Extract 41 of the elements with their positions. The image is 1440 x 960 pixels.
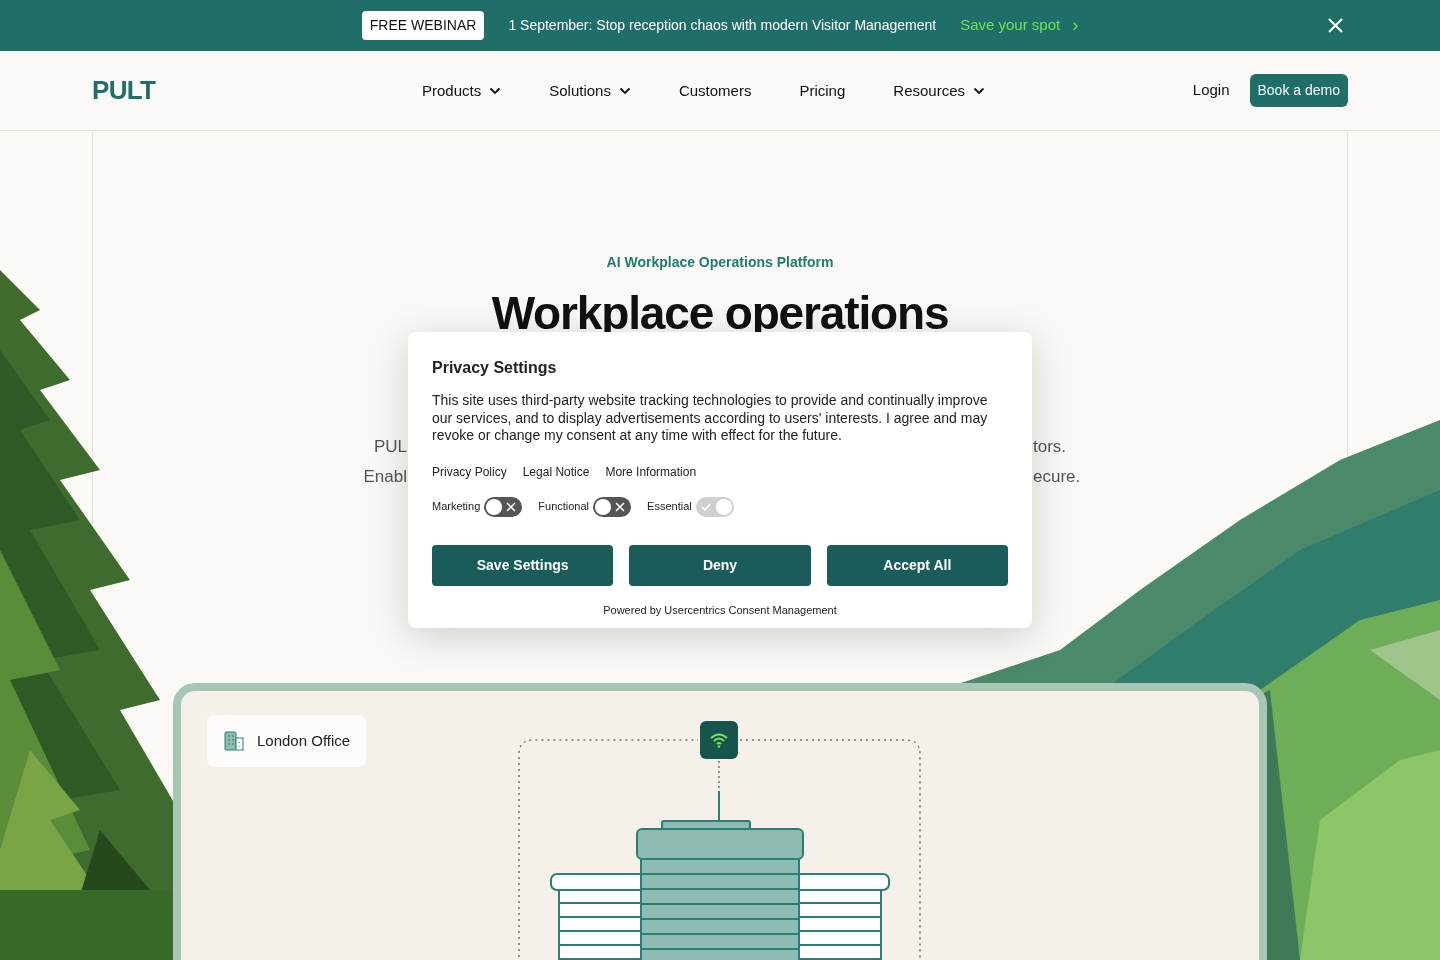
hero-title: Workplace operations [491,291,949,335]
nav-link[interactable]: Customers [666,79,764,103]
dialog-button[interactable]: Accept All [826,544,1008,586]
check-icon [700,501,711,512]
eyebrow-text: AI Workplace Operations Platform [606,253,834,272]
building-icon [223,730,245,752]
powered-by-text: Powered by Usercentrics Consent Management [602,602,838,618]
wifi-icon [709,732,729,748]
toggle-label: Marketing [432,499,481,515]
dialog-button[interactable]: Deny [629,544,811,586]
logo[interactable]: PULT [92,71,156,110]
chevron-down-icon [489,87,502,95]
dialog-link[interactable]: More Information [605,462,697,481]
consent-text: This site uses third-party website tracking technologies to provide and continually improve our services, and to display advertisements according to users' interests. I agree and may revoke or change my consent at any time with effect for the future. [432,392,989,445]
dialog-link[interactable]: Privacy Policy [432,462,507,481]
save-spot-link[interactable]: Save your spot › [960,12,1079,39]
toggle-switch[interactable] [484,496,523,517]
toggle-switch[interactable] [593,496,632,517]
x-icon [615,501,626,512]
chevron-down-icon [973,87,985,95]
dialog-link[interactable]: Legal Notice [522,462,590,481]
location-chip[interactable]: London Office [207,715,367,767]
dialog-button[interactable]: Save Settings [432,544,614,586]
book-demo-button[interactable]: Book a demo [1249,74,1348,107]
toggle-label: Functional [538,499,590,515]
x-icon [506,501,517,512]
chevron-down-icon [618,87,631,95]
banner-message: 1 September: Stop reception chaos with modern Visitor Management [508,16,937,35]
dialog-title: Privacy Settings [432,358,558,378]
nav-link[interactable]: Resources [881,79,997,103]
hero-text-fragment: Enabl [363,465,407,488]
hero-text-fragment: PUL [373,436,407,458]
hero-text-fragment: tors. [1033,436,1067,458]
close-icon[interactable] [1328,18,1343,33]
hero-text-fragment: ecure. [1033,465,1081,488]
nav-link[interactable]: Pricing [787,79,858,103]
nav-link[interactable]: Solutions [537,79,643,103]
webinar-badge: FREE WEBINAR [361,11,485,40]
nav-link[interactable]: Products [410,79,514,103]
login-link[interactable]: Login [1192,79,1230,102]
toggle-label: Essential [647,499,692,515]
